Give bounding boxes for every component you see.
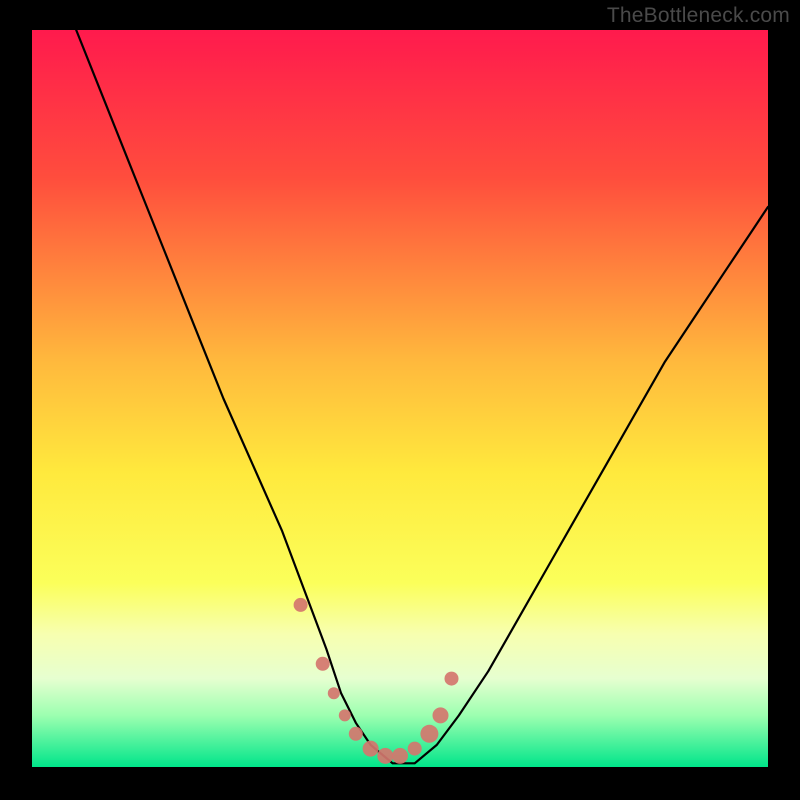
marker-dot	[420, 725, 438, 743]
marker-dot	[445, 672, 459, 686]
marker-dot	[349, 727, 363, 741]
marker-dot	[294, 598, 308, 612]
marker-dot	[408, 742, 422, 756]
marker-dot	[339, 709, 351, 721]
marker-dot	[363, 741, 379, 757]
marker-dot	[316, 657, 330, 671]
watermark-text: TheBottleneck.com	[607, 4, 790, 28]
marker-dot	[328, 687, 340, 699]
marker-dot	[392, 748, 408, 764]
marker-dot	[433, 707, 449, 723]
chart-frame: TheBottleneck.com	[0, 0, 800, 800]
marker-dot	[377, 748, 393, 764]
bottleneck-chart	[0, 0, 800, 800]
plot-background	[32, 30, 768, 767]
